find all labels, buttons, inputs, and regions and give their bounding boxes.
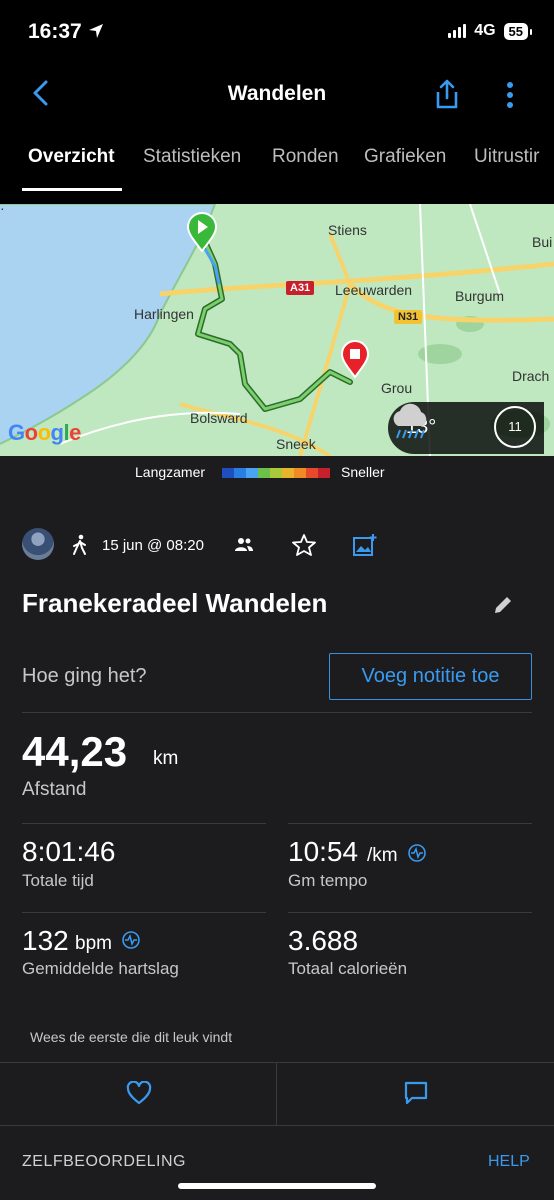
tab-statistieken[interactable]: Statistieken [143,146,241,168]
signal-icon [448,24,467,38]
calories-label: Totaal calorieën [288,959,408,978]
map-label-fragment: · [0,204,5,216]
legend-fast-label: Sneller [341,464,385,480]
walking-icon [73,534,86,555]
self-evaluation-heading: ZELFBEOORDELING [22,1153,186,1170]
like-heart-icon[interactable] [126,1081,152,1105]
active-tab-indicator [22,188,122,191]
more-options-icon[interactable] [500,80,520,110]
tab-uitrusting[interactable]: Uitrustir [474,146,539,168]
wind-speed: 11 [508,419,522,434]
distance-unit: km [153,748,179,769]
wind-direction-icon: 11 [494,406,536,448]
map-label-harlingen: Harlingen [134,306,194,322]
help-link[interactable]: HELP [488,1153,530,1171]
comment-icon[interactable] [404,1081,428,1105]
likes-text: Wees de eerste die dit leuk vindt [30,1029,233,1045]
total-time-label: Totale tijd [22,871,94,890]
heart-rate-value: 132 [22,925,69,956]
status-indicators: 4G 55 [448,22,533,40]
legend-color-segment [222,468,234,478]
pace-value: 10:54 [288,836,359,867]
divider [276,1063,277,1125]
legend-color-segment [246,468,258,478]
legend-color-segment [258,468,270,478]
start-marker-icon[interactable] [186,212,218,252]
location-arrow-icon [88,24,103,38]
status-time: 16:37 [28,20,104,44]
pace-unit: /km [367,845,398,866]
heart-rate-label: Gemiddelde hartslag [22,959,179,978]
tab-bar: Overzicht Statistieken Ronden Grafieken … [0,126,554,204]
legend-color-segment [270,468,282,478]
rain-cloud-icon [393,403,427,439]
map-label-leeuwarden: Leeuwarden [335,282,413,298]
distance-value: 44,23 [22,728,128,775]
battery-icon: 55 [503,22,533,40]
page-title: Wandelen [227,82,327,105]
map-label-sneek: Sneek [276,436,316,452]
road-badge-n31: N31 [394,310,423,324]
legend-color-segment [318,468,330,478]
google-logo: Google [8,420,81,445]
legend-slow-label: Langzamer [135,464,206,480]
distance-label: Afstand [22,779,87,800]
heart-rate-unit: bpm [75,933,112,954]
map-label-grou: Grou [381,380,413,396]
divider [22,912,266,913]
total-time-value: 8:01:46 [22,836,116,867]
pace-label: Gm tempo [288,871,368,890]
map-label-buitenpost: Bui [532,234,553,250]
pace-chart-icon[interactable] [408,844,426,862]
legend-color-scale [222,468,330,478]
speed-legend: Langzamer Sneller [0,456,554,488]
legend-color-segment [234,468,246,478]
star-icon[interactable] [292,534,316,556]
heart-rate-chart-icon[interactable] [122,931,140,949]
add-photo-icon[interactable] [352,533,378,557]
share-icon[interactable] [432,78,462,110]
activity-title: Franekeradeel Wandelen [22,588,328,618]
pencil-edit-icon[interactable] [492,594,514,616]
navigation-bar: Wandelen [0,66,554,126]
tab-ronden[interactable]: Ronden [272,146,339,168]
network-label: 4G [474,22,496,39]
divider [22,823,266,824]
divider [288,823,532,824]
map-label-burgum: Burgum [455,288,505,304]
home-indicator[interactable] [178,1183,376,1189]
clock: 16:37 [28,20,82,43]
map-label-bolsward: Bolsward [190,410,248,426]
status-bar: 16:37 4G 55 [0,0,554,66]
map-label-stiens: Stiens [328,222,367,238]
add-note-button[interactable]: Voeg notitie toe [329,653,532,700]
how-was-it-prompt: Hoe ging het? [22,665,147,687]
activity-info-row: 15 jun @ 08:20 [22,528,542,562]
divider [22,712,532,713]
group-icon[interactable] [234,537,254,553]
tab-overzicht[interactable]: Overzicht [28,146,115,168]
legend-color-segment [306,468,318,478]
avatar[interactable] [22,528,54,560]
weather-widget[interactable]: 13° 11 [388,402,544,454]
tab-grafieken[interactable]: Grafieken [364,146,446,168]
social-action-bar [0,1062,554,1126]
calories-value: 3.688 [288,925,359,956]
map-label-drachten: Drach [512,368,550,384]
activity-date: 15 jun @ 08:20 [102,537,204,554]
legend-color-segment [282,468,294,478]
legend-color-segment [294,468,306,478]
divider [288,912,532,913]
finish-marker-icon[interactable] [340,340,370,378]
route-map[interactable]: · Stiens Harlingen Leeuwarden Burgum Bol… [0,204,554,456]
road-badge-a31: A31 [286,281,315,295]
